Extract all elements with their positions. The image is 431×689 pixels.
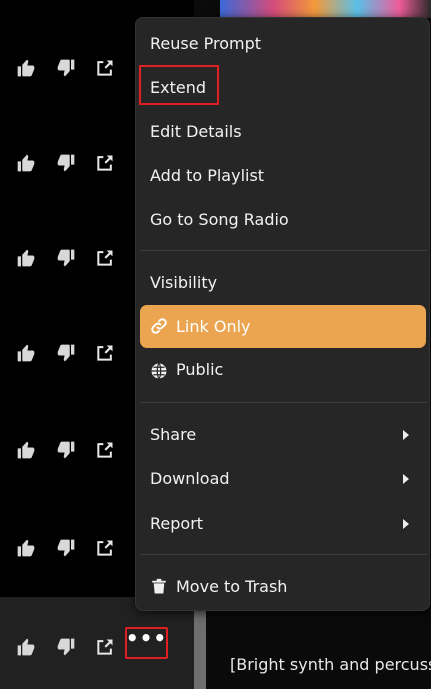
thumbs-up-icon[interactable]	[15, 439, 37, 461]
menu-item-share[interactable]: Share	[150, 425, 196, 445]
more-options-button[interactable]: •••	[125, 627, 168, 659]
link-only-label: Link Only	[176, 317, 251, 336]
chevron-right-icon	[403, 430, 409, 440]
chevron-right-icon	[403, 519, 409, 529]
menu-item-song-radio[interactable]: Go to Song Radio	[150, 210, 289, 230]
thumbs-up-icon[interactable]	[15, 247, 37, 269]
lyrics-text: [Bright synth and percussi	[230, 655, 431, 674]
thumbs-down-icon[interactable]	[55, 537, 77, 559]
visibility-link-only-option[interactable]: Link Only	[140, 305, 426, 348]
share-icon[interactable]	[94, 636, 116, 658]
thumbs-up-icon[interactable]	[15, 57, 37, 79]
thumbs-down-icon[interactable]	[55, 636, 77, 658]
thumbs-down-icon[interactable]	[55, 342, 77, 364]
share-icon[interactable]	[94, 439, 116, 461]
more-icon: •••	[125, 626, 168, 650]
link-icon	[150, 317, 168, 335]
menu-divider	[140, 402, 427, 403]
visibility-heading: Visibility	[150, 273, 218, 292]
trash-icon	[150, 577, 168, 595]
thumbs-up-icon[interactable]	[15, 342, 37, 364]
share-icon[interactable]	[94, 57, 116, 79]
menu-divider	[140, 554, 427, 555]
thumbs-down-icon[interactable]	[55, 152, 77, 174]
globe-icon	[150, 362, 168, 380]
thumbs-down-icon[interactable]	[55, 247, 77, 269]
menu-item-report[interactable]: Report	[150, 514, 203, 534]
menu-item-move-to-trash[interactable]: Move to Trash	[140, 567, 426, 607]
cover-artwork	[220, 0, 431, 18]
thumbs-up-icon[interactable]	[15, 636, 37, 658]
share-icon[interactable]	[94, 342, 116, 364]
visibility-public-option[interactable]: Public	[140, 350, 426, 392]
context-menu: Reuse Prompt Extend Edit Details Add to …	[135, 17, 430, 611]
thumbs-down-icon[interactable]	[55, 57, 77, 79]
public-label: Public	[176, 360, 224, 379]
scrollbar-thumb[interactable]	[194, 600, 206, 689]
thumbs-down-icon[interactable]	[55, 439, 77, 461]
thumbs-up-icon[interactable]	[15, 537, 37, 559]
move-to-trash-label: Move to Trash	[176, 577, 288, 596]
thumbs-up-icon[interactable]	[15, 152, 37, 174]
menu-divider	[140, 250, 427, 251]
menu-item-download[interactable]: Download	[150, 469, 230, 489]
menu-item-edit-details[interactable]: Edit Details	[150, 122, 242, 142]
share-icon[interactable]	[94, 247, 116, 269]
chevron-right-icon	[403, 474, 409, 484]
menu-item-add-to-playlist[interactable]: Add to Playlist	[150, 166, 264, 186]
share-icon[interactable]	[94, 152, 116, 174]
menu-item-extend[interactable]: Extend	[150, 78, 206, 98]
menu-item-reuse-prompt[interactable]: Reuse Prompt	[150, 34, 261, 54]
share-icon[interactable]	[94, 537, 116, 559]
